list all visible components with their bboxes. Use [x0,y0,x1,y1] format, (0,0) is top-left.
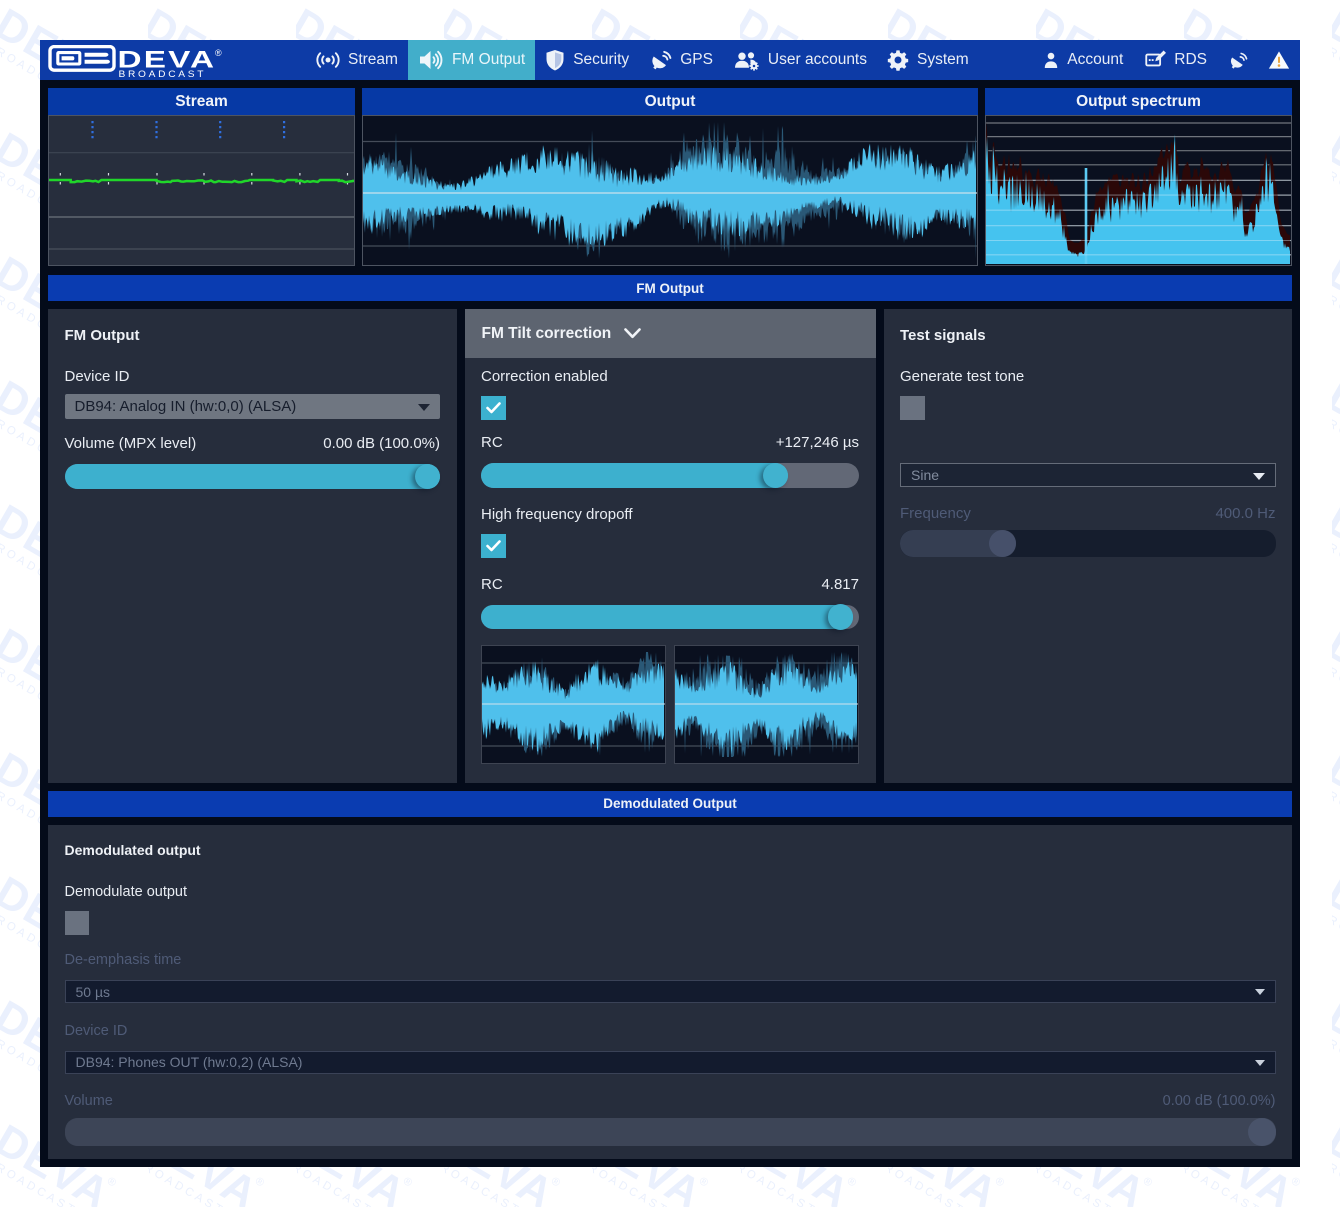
svg-text:®: ® [215,48,222,58]
svg-text:BROADCAST: BROADCAST [119,70,207,79]
